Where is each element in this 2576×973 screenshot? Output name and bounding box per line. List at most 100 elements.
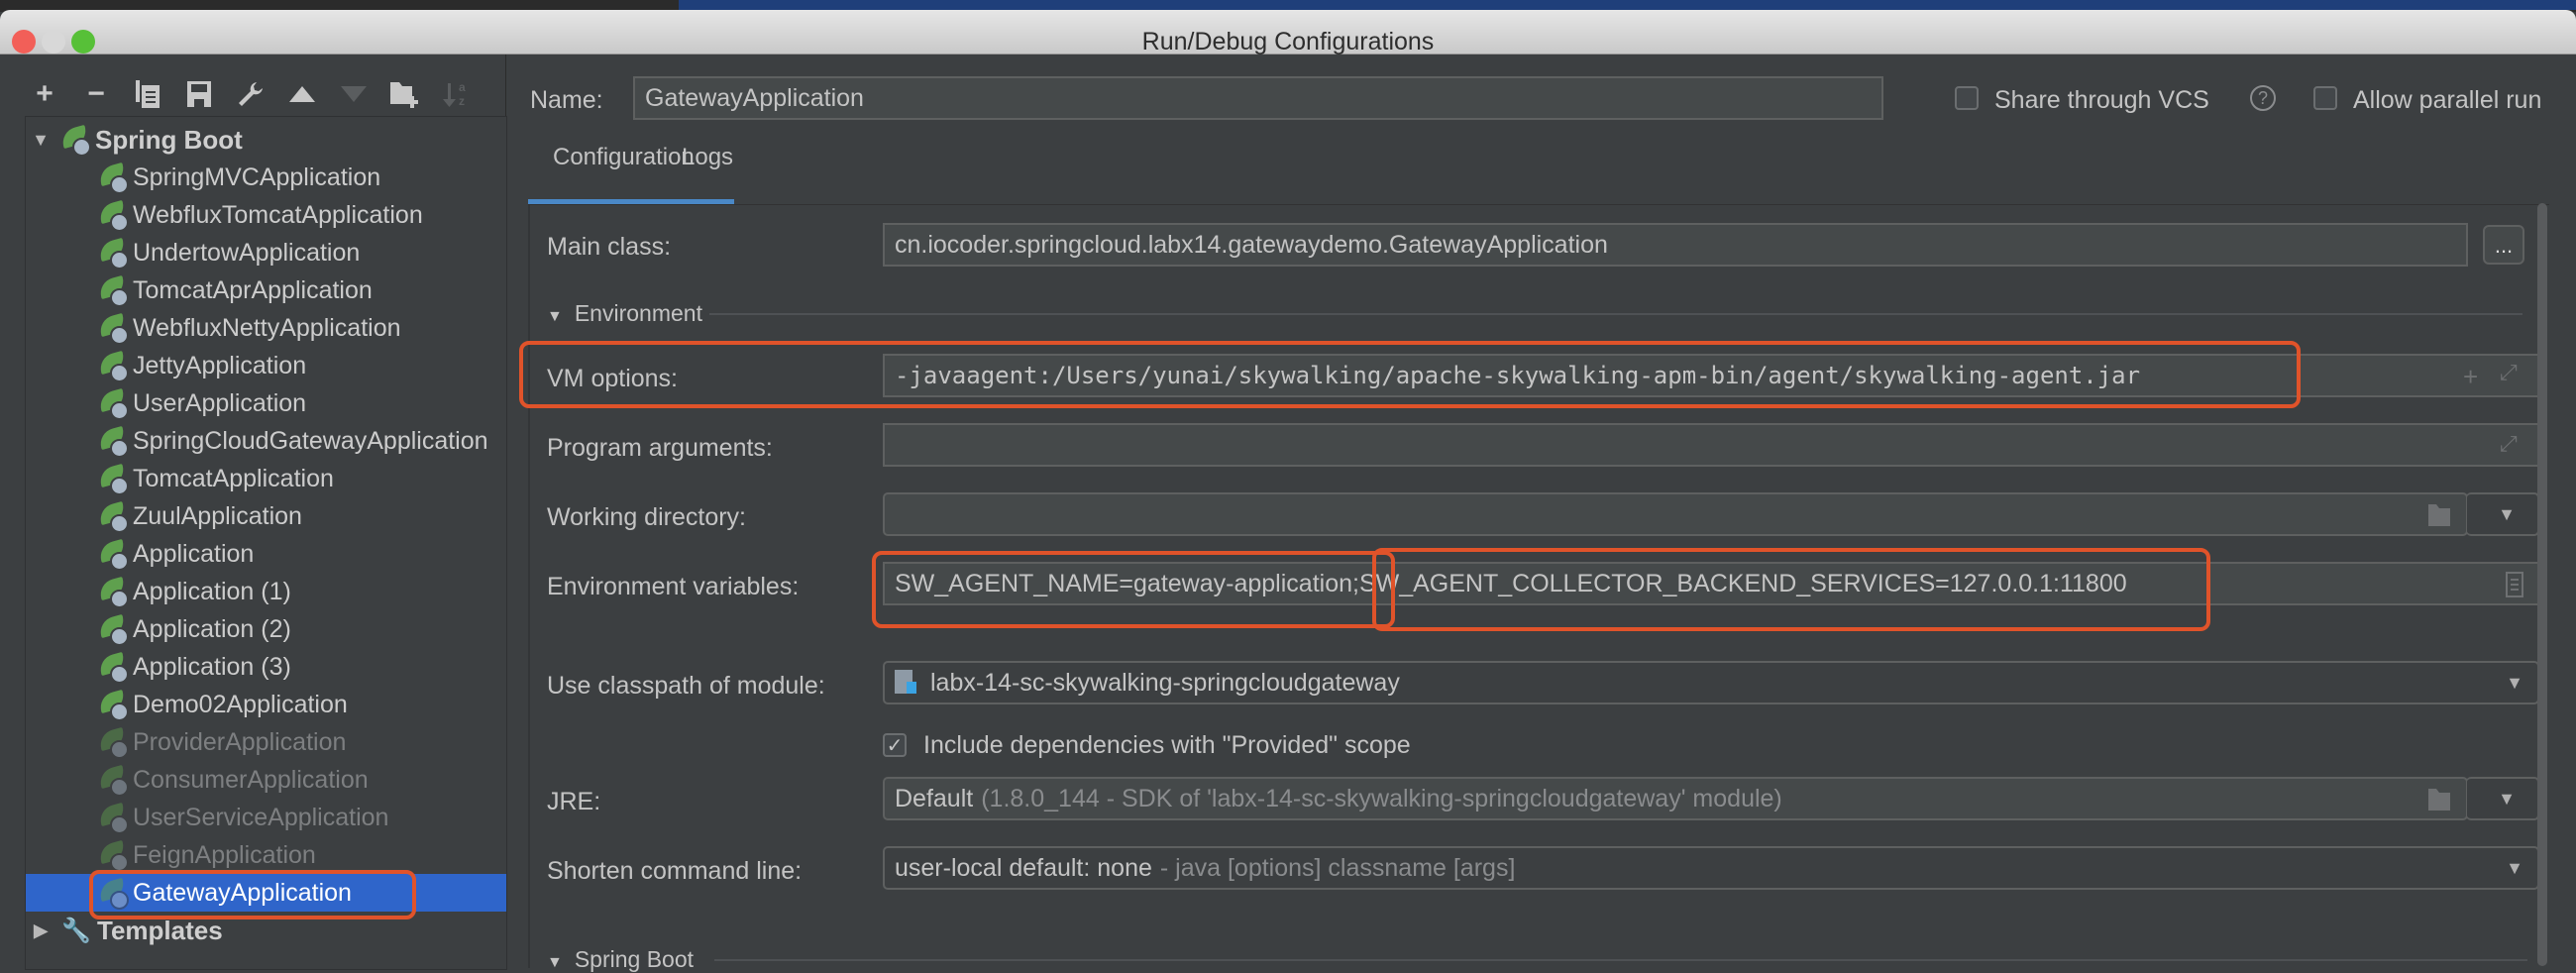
sort-button[interactable]: az (442, 79, 472, 109)
tree-item-label: FeignApplication (133, 840, 316, 869)
tree-item[interactable]: Application (2) (26, 610, 506, 648)
tree-item[interactable]: WebfluxTomcatApplication (26, 196, 506, 234)
tree-item-label: Application (2) (133, 614, 291, 643)
background-editor-tab (679, 0, 2576, 10)
tree-item[interactable]: JettyApplication (26, 347, 506, 384)
tree-item-label: TomcatAprApplication (133, 275, 373, 304)
tree-item[interactable]: ConsumerApplication (26, 761, 506, 799)
main-class-input[interactable]: cn.iocoder.springcloud.labx14.gatewaydem… (883, 223, 2468, 267)
tree-item-label: Application (1) (133, 577, 291, 605)
add-vm-option-icon[interactable]: + (2463, 362, 2478, 392)
share-vcs-checkbox[interactable] (1955, 86, 1979, 110)
tree-group-label: Spring Boot (95, 124, 243, 155)
copy-configuration-button[interactable] (133, 79, 162, 109)
vertical-scrollbar[interactable] (2537, 203, 2547, 966)
working-directory-input[interactable] (883, 492, 2468, 536)
tree-item-label: Application (133, 539, 255, 568)
spring-boot-icon (97, 538, 129, 571)
share-vcs-label: Share through VCS (1994, 86, 2209, 114)
allow-parallel-checkbox[interactable] (2313, 86, 2337, 110)
tree-item[interactable]: GatewayApplication (26, 874, 506, 912)
environment-section-toggle[interactable]: ▼ Environment (547, 300, 702, 327)
window-title: Run/Debug Configurations (1141, 28, 1435, 55)
jre-dropdown[interactable]: ▼ (2466, 777, 2539, 820)
tree-group-templates[interactable]: ▶ 🔧 Templates (26, 912, 506, 949)
classpath-module-select[interactable]: labx-14-sc-skywalking-springcloudgateway… (883, 661, 2539, 704)
spring-boot-icon (97, 839, 129, 872)
sidebar-toolbar: + − az (30, 74, 472, 114)
folder-add-icon (390, 82, 418, 108)
triangle-down-icon: ▼ (547, 308, 563, 325)
expand-icon[interactable]: ⤢ (2500, 360, 2518, 385)
tree-item[interactable]: Application (1) (26, 573, 506, 610)
tree-item[interactable]: FeignApplication (26, 836, 506, 874)
expand-icon[interactable]: ⤢ (2500, 431, 2518, 457)
shorten-command-line-select[interactable]: user-local default: none - java [options]… (883, 846, 2539, 890)
vm-options-label: VM options: (547, 365, 679, 392)
tree-item-label: TomcatApplication (133, 464, 334, 492)
tree-item[interactable]: UndertowApplication (26, 234, 506, 271)
tree-item-label: ProviderApplication (133, 727, 347, 756)
program-arguments-input[interactable] (883, 423, 2539, 467)
shorten-command-line-label: Shorten command line: (547, 857, 803, 885)
tab-logs[interactable]: Logs (682, 144, 733, 171)
folder-icon (2428, 789, 2450, 811)
tree-item[interactable]: ZuulApplication (26, 497, 506, 535)
tree-item[interactable]: TomcatAprApplication (26, 271, 506, 309)
tree-item[interactable]: Application (3) (26, 648, 506, 686)
allow-parallel-label: Allow parallel run (2353, 86, 2542, 114)
tree-item[interactable]: SpringMVCApplication (26, 159, 506, 196)
sort-alpha-icon: az (443, 80, 466, 108)
expand-arrow-icon[interactable]: ▼ (30, 130, 52, 151)
edit-templates-button[interactable] (236, 79, 266, 109)
main-class-label: Main class: (547, 233, 672, 261)
vm-options-value: -javaagent:/Users/yunai/skywalking/apach… (895, 362, 2141, 389)
name-input[interactable]: GatewayApplication (633, 76, 1883, 120)
spring-boot-section-toggle[interactable]: ▼ Spring Boot (547, 946, 694, 973)
tree-item[interactable]: WebfluxNettyApplication (26, 309, 506, 347)
tree-group-spring-boot[interactable]: ▼ Spring Boot (26, 121, 506, 159)
move-down-button[interactable] (339, 79, 369, 109)
ellipsis-icon: ... (2494, 233, 2514, 258)
collapse-arrow-icon[interactable]: ▶ (30, 920, 52, 941)
configuration-tree: ▼ Spring Boot SpringMVCApplication WebfluxT… (25, 116, 507, 970)
jre-label: JRE: (547, 788, 601, 815)
env-var-agent-name: SW_AGENT_NAME=gateway-application (895, 569, 1352, 597)
include-provided-checkbox[interactable]: ✓ (883, 733, 907, 757)
tree-item[interactable]: SpringCloudGatewayApplication (26, 422, 506, 460)
add-configuration-button[interactable]: + (30, 79, 59, 109)
chevron-down-icon: ▼ (2498, 504, 2516, 524)
checkmark-icon: ✓ (886, 734, 904, 757)
tree-item[interactable]: Application (26, 535, 506, 573)
edit-list-icon[interactable] (2506, 572, 2523, 597)
spring-boot-icon (97, 651, 129, 684)
spring-boot-section-label: Spring Boot (574, 946, 695, 972)
tab-configuration[interactable]: Configuration (553, 144, 695, 171)
tree-item[interactable]: ProviderApplication (26, 723, 506, 761)
tree-item-label: GatewayApplication (133, 878, 352, 907)
help-icon[interactable]: ? (2250, 85, 2276, 111)
tree-item[interactable]: UserServiceApplication (26, 799, 506, 836)
save-configuration-button[interactable] (184, 79, 214, 109)
configurations-sidebar: + − az ▼ Spring Boot SpringMVCApplication W… (0, 54, 507, 970)
triangle-down-icon (341, 86, 367, 102)
environment-variables-input[interactable]: SW_AGENT_NAME=gateway-application; SW_AGE… (883, 562, 2539, 605)
triangle-up-icon (289, 86, 315, 102)
vm-options-input[interactable]: -javaagent:/Users/yunai/skywalking/apach… (883, 354, 2539, 397)
remove-configuration-button[interactable]: − (81, 79, 111, 109)
tree-item[interactable]: Demo02Application (26, 686, 506, 723)
tree-item-label: ZuulApplication (133, 501, 302, 530)
new-folder-button[interactable] (390, 79, 420, 109)
tree-item[interactable]: TomcatApplication (26, 460, 506, 497)
tree-item[interactable]: UserApplication (26, 384, 506, 422)
svg-text:z: z (459, 94, 465, 108)
working-directory-dropdown[interactable]: ▼ (2466, 492, 2539, 536)
browse-main-class-button[interactable]: ... (2483, 225, 2524, 265)
env-var-separator: ; (1352, 569, 1359, 597)
move-up-button[interactable] (287, 79, 317, 109)
spring-boot-icon (97, 387, 129, 420)
svg-text:a: a (459, 80, 466, 94)
environment-variables-label: Environment variables: (547, 573, 800, 600)
jre-input[interactable]: Default (1.8.0_144 - SDK of 'labx-14-sc-s… (883, 777, 2468, 820)
spring-boot-icon (97, 425, 129, 458)
